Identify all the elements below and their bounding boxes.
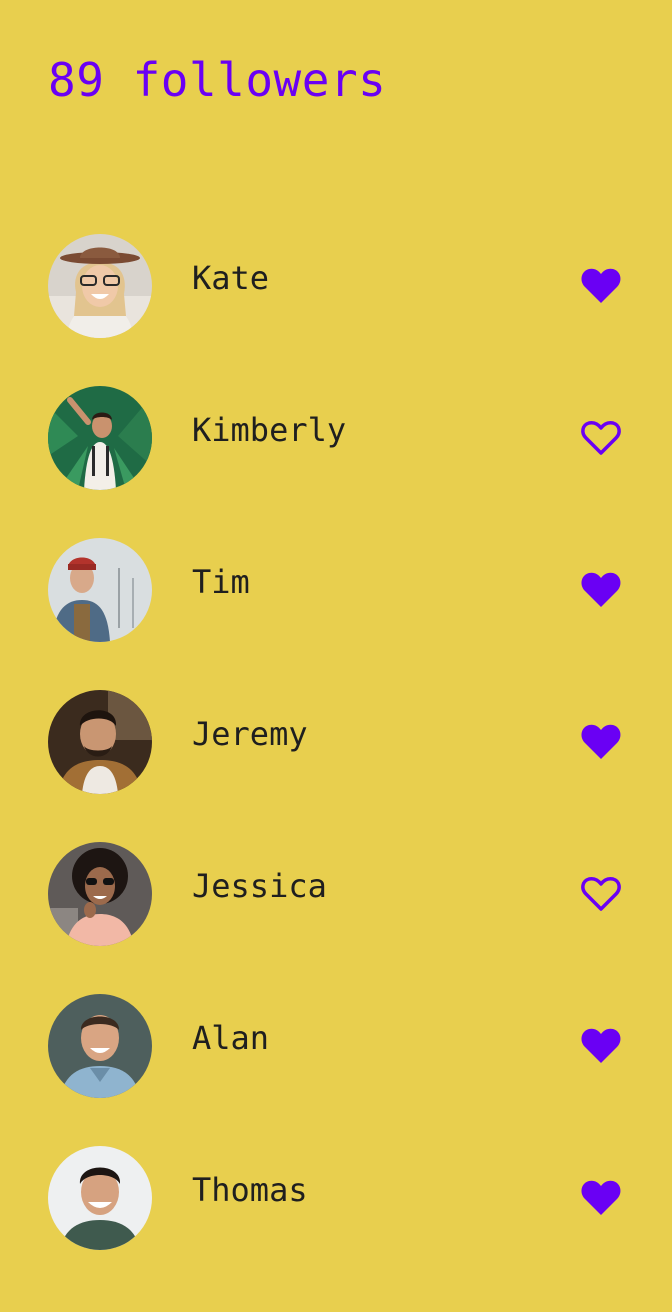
list-item[interactable]: Kate: [0, 232, 672, 384]
heart-filled-icon[interactable]: [578, 566, 624, 612]
heart-filled-icon[interactable]: [578, 1022, 624, 1068]
list-item[interactable]: Thomas: [0, 1144, 672, 1296]
list-item[interactable]: Kimberly: [0, 384, 672, 536]
followers-screen: 89 followers Kate Kimberly Tim Jeremy Je…: [0, 0, 672, 1312]
list-item[interactable]: Alan: [0, 992, 672, 1144]
heart-filled-icon[interactable]: [578, 718, 624, 764]
follower-name: Tim: [192, 563, 250, 601]
follower-name: Kate: [192, 259, 270, 297]
avatar[interactable]: [48, 842, 152, 946]
avatar[interactable]: [48, 690, 152, 794]
avatar[interactable]: [48, 1146, 152, 1250]
heart-outline-icon[interactable]: [578, 414, 624, 460]
avatar[interactable]: [48, 386, 152, 490]
follower-name: Thomas: [192, 1171, 308, 1209]
list-item[interactable]: Tim: [0, 536, 672, 688]
followers-list: Kate Kimberly Tim Jeremy Jessica Alan Th…: [0, 232, 672, 1296]
heart-filled-icon[interactable]: [578, 1174, 624, 1220]
heart-outline-icon[interactable]: [578, 870, 624, 916]
follower-name: Jessica: [192, 867, 327, 905]
list-item[interactable]: Jessica: [0, 840, 672, 992]
avatar[interactable]: [48, 234, 152, 338]
follower-name: Alan: [192, 1019, 270, 1057]
avatar[interactable]: [48, 538, 152, 642]
follower-name: Jeremy: [192, 715, 308, 753]
heart-filled-icon[interactable]: [578, 262, 624, 308]
avatar[interactable]: [48, 994, 152, 1098]
page-title: 89 followers: [48, 53, 387, 107]
follower-name: Kimberly: [192, 411, 347, 449]
list-item[interactable]: Jeremy: [0, 688, 672, 840]
